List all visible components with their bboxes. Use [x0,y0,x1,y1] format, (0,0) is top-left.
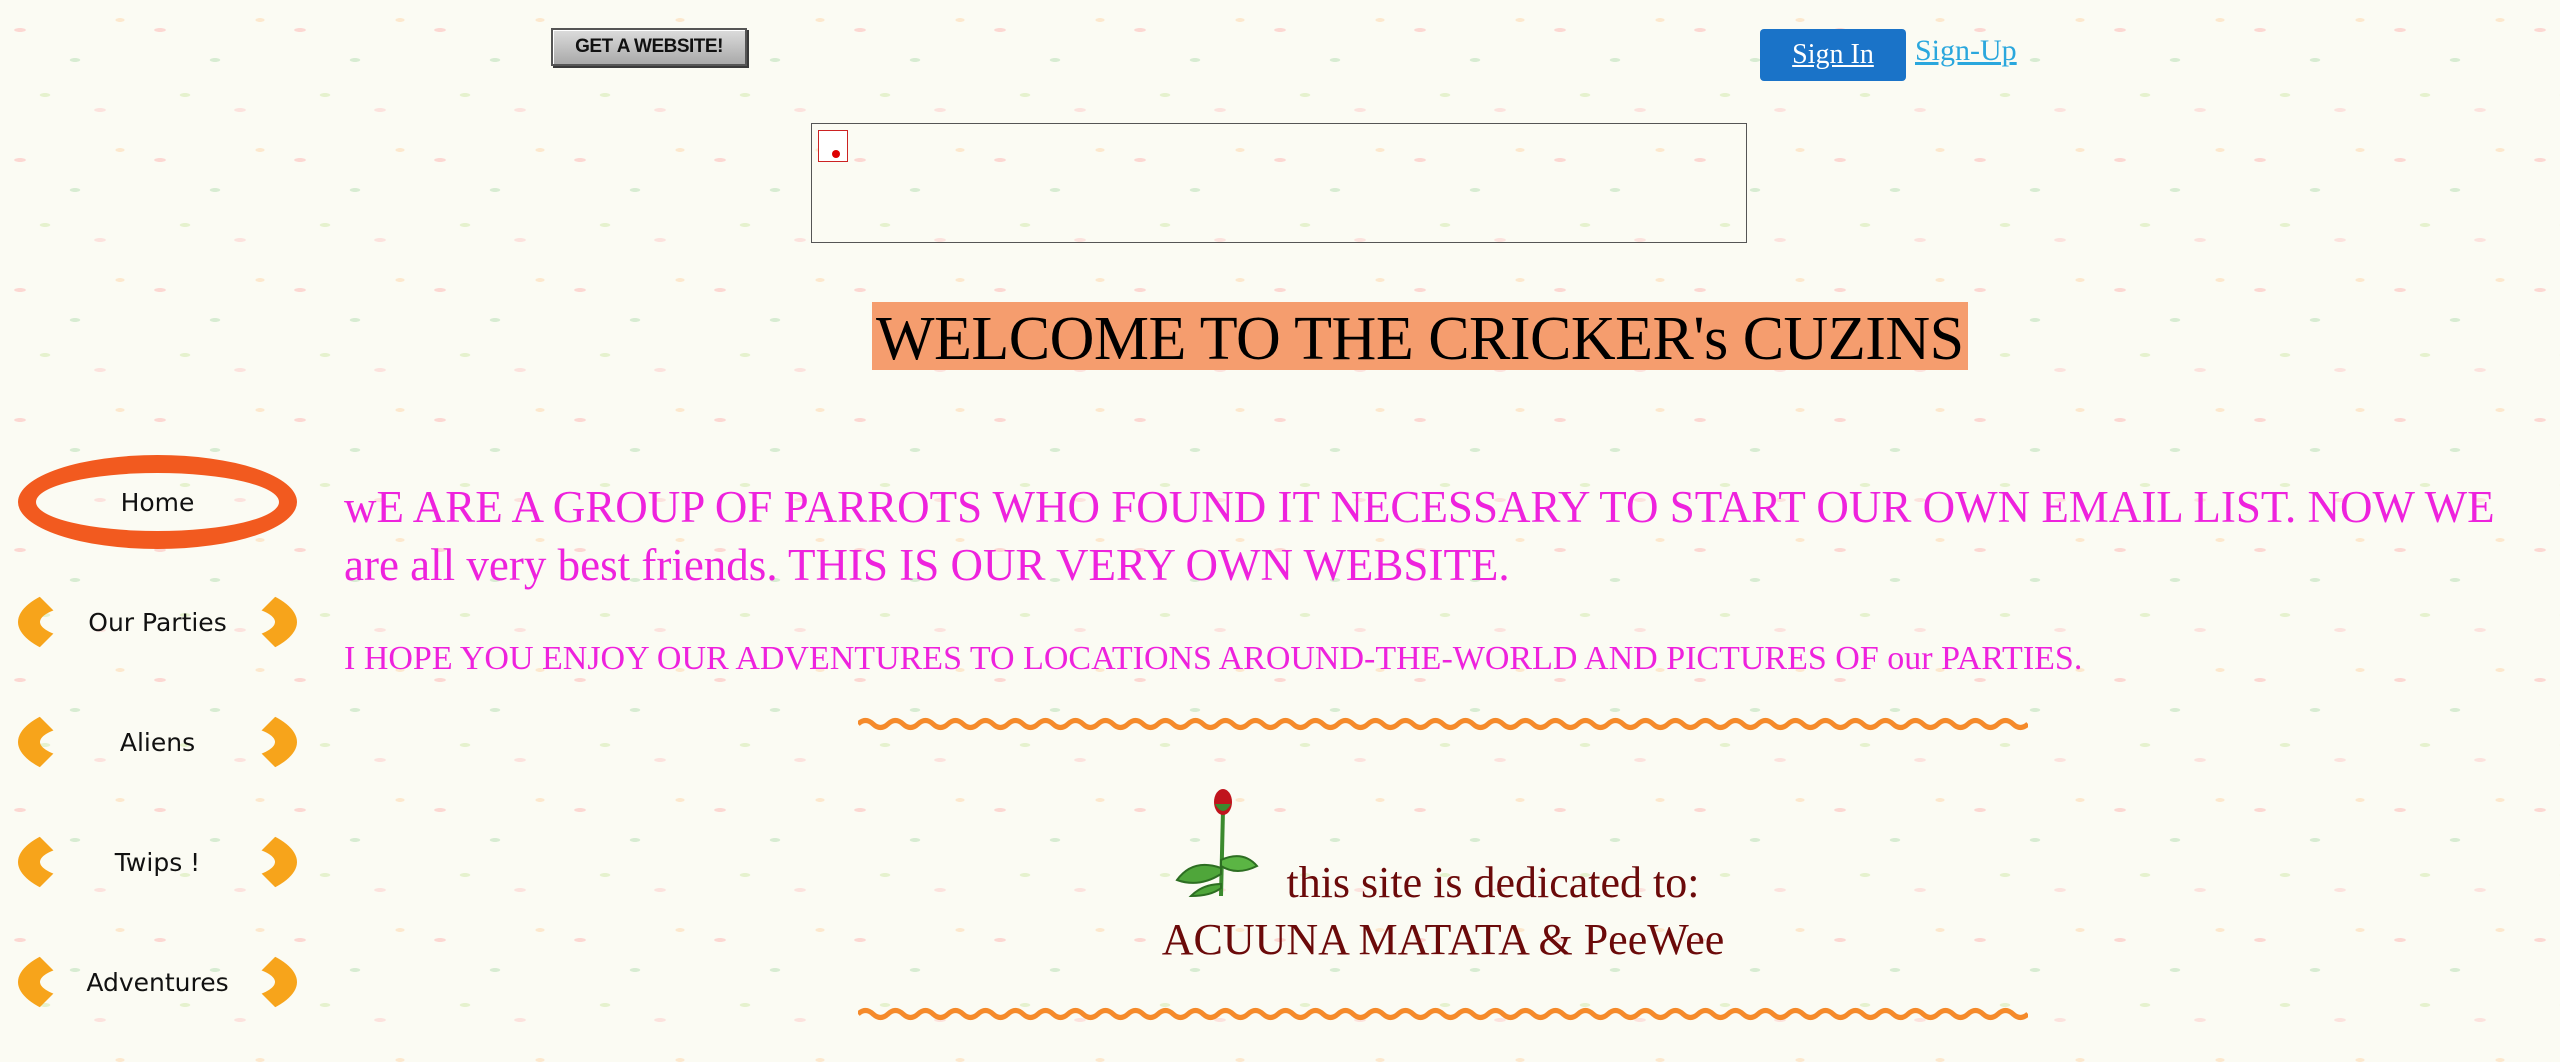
nav-item-our-parties[interactable]: Our Parties [18,575,297,669]
dedication-label: this site is dedicated to: [1286,858,1700,907]
broken-image-icon [818,130,848,162]
nav-item-aliens[interactable]: Aliens [18,695,297,789]
page-title: WELCOME TO THE CRICKER's CUZINS [872,302,1968,370]
sign-in-button[interactable]: Sign In [1760,29,1906,81]
dedication-names: ACUUNA MATATA & PeeWee [1161,915,1725,964]
nav-item-label: Our Parties [88,607,227,637]
intro-paragraph: wE ARE A GROUP OF PARROTS WHO FOUND IT N… [344,482,2495,590]
nav-item-home[interactable]: Home [18,455,297,549]
get-a-website-button[interactable]: GET A WEBSITE! [551,28,747,66]
sign-up-link[interactable]: Sign-Up [1915,34,2017,68]
banner-frame [811,123,1747,243]
nav-item-adventures[interactable]: Adventures [18,935,297,1029]
wavy-divider-top [858,718,2028,730]
nav-item-twips[interactable]: Twips ! [18,815,297,909]
intro-subtext: I HOPE YOU ENJOY OUR ADVENTURES TO LOCAT… [344,640,2083,677]
nav-item-label: Adventures [86,967,229,997]
nav-item-label: Home [120,487,195,517]
dedication-block: this site is dedicated to: ACUUNA MATATA… [860,855,2026,969]
wavy-divider-bottom [858,1008,2028,1020]
nav-item-label: Aliens [119,727,196,757]
nav-item-label: Twips ! [114,847,201,877]
